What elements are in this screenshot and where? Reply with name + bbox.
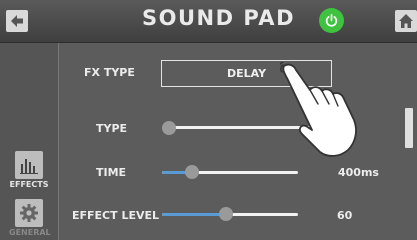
header-bar: SOUND PAD xyxy=(0,0,417,43)
home-button[interactable] xyxy=(395,10,417,32)
gear-icon xyxy=(15,199,43,227)
sidebar-item-label: EFFECTS xyxy=(9,180,49,189)
power-icon xyxy=(325,14,338,27)
fx-type-value: DELAY xyxy=(226,67,267,80)
type-label: TYPE xyxy=(96,122,128,135)
effect-level-value: 60 xyxy=(337,209,353,222)
time-value: 400ms xyxy=(338,166,379,179)
scrollbar-thumb[interactable] xyxy=(405,108,413,148)
effect-level-slider-fill xyxy=(162,213,226,216)
effect-level-slider-knob[interactable] xyxy=(218,207,233,221)
sidebar-item-general[interactable]: GENERAL xyxy=(9,199,51,237)
fx-type-label: FX TYPE xyxy=(84,66,135,79)
tap-hand-icon xyxy=(280,62,357,157)
sidebar-item-effects[interactable]: EFFECTS xyxy=(9,151,49,189)
time-label: TIME xyxy=(96,166,127,179)
arrow-left-icon xyxy=(11,15,23,27)
power-button[interactable] xyxy=(319,8,344,33)
sidebar-item-label: GENERAL xyxy=(9,228,51,237)
effect-level-label: EFFECT LEVEL xyxy=(72,209,160,222)
page-title: SOUND PAD xyxy=(142,6,295,30)
equalizer-icon xyxy=(15,151,43,179)
type-slider-knob[interactable] xyxy=(162,121,176,135)
sidebar: EFFECTS GENERAL xyxy=(0,43,59,240)
time-slider-knob[interactable] xyxy=(184,165,199,179)
back-button[interactable] xyxy=(6,10,28,32)
home-icon xyxy=(399,14,413,28)
